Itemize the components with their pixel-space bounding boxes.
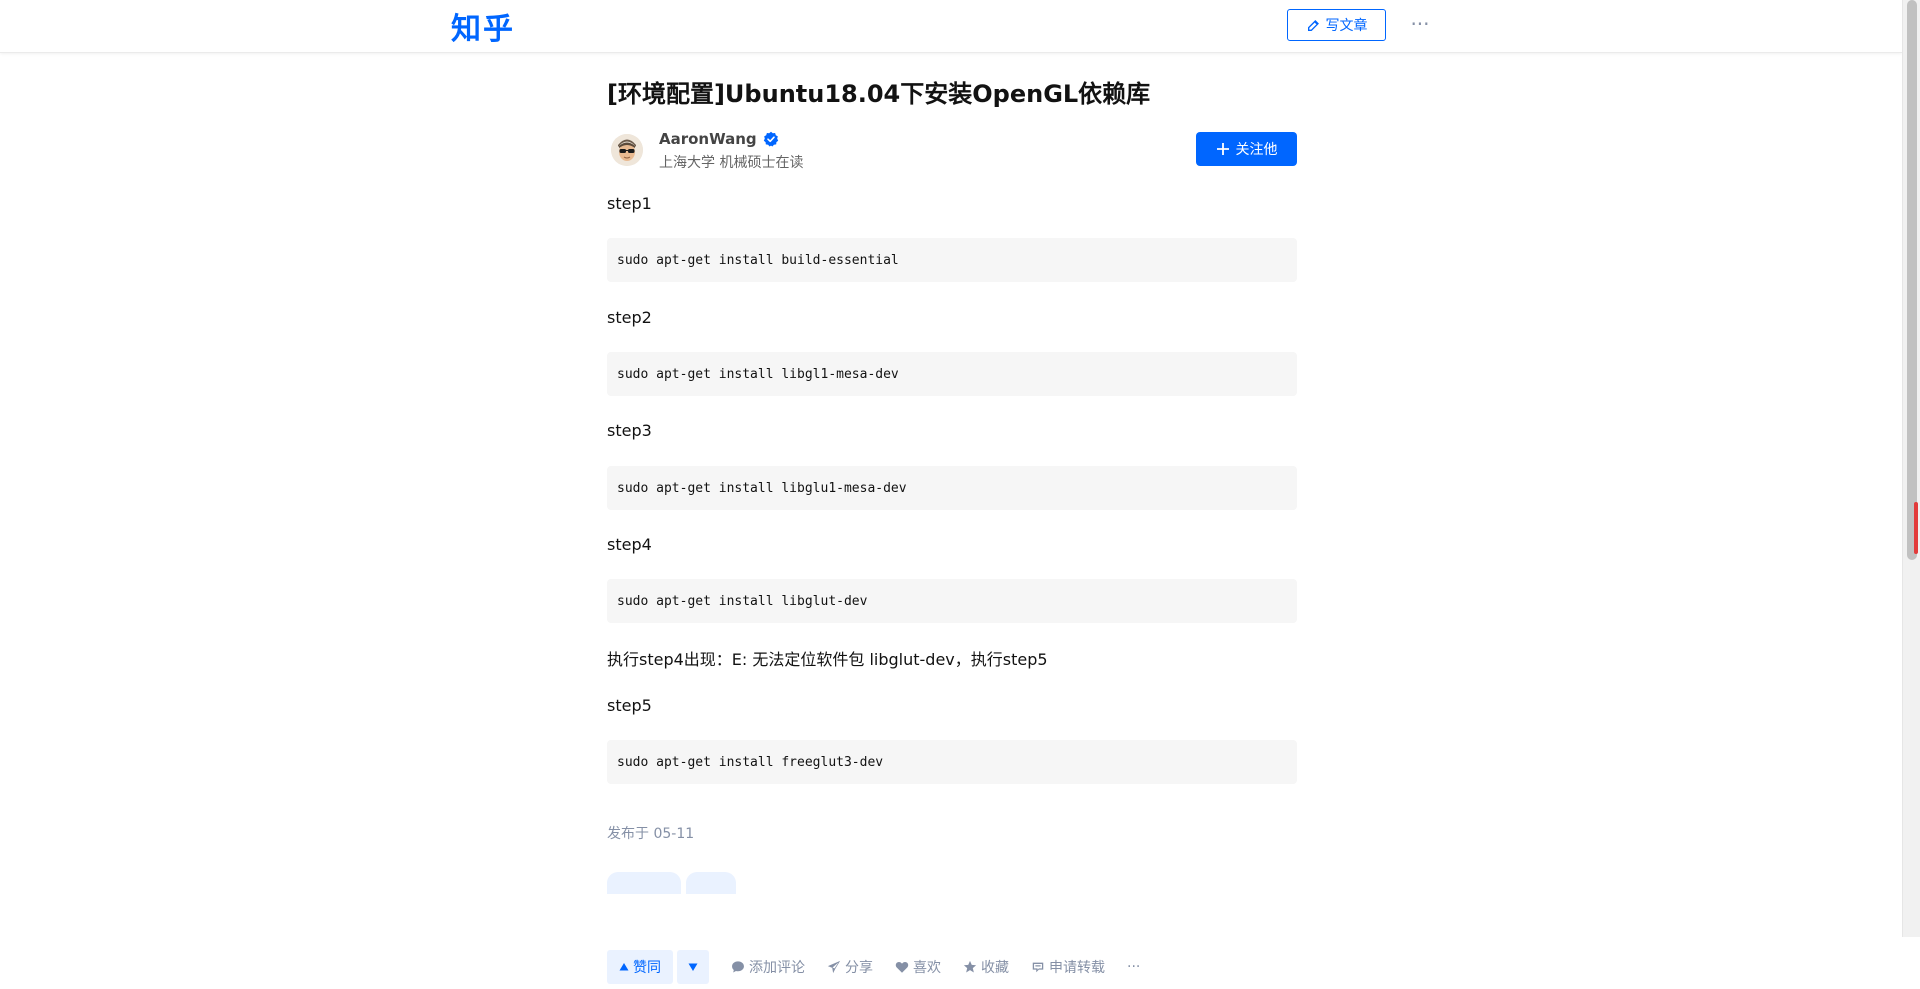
comment-icon <box>732 960 744 973</box>
follow-button[interactable]: 关注他 <box>1196 132 1297 166</box>
more-options-button[interactable]: ··· <box>1408 10 1432 38</box>
step-label: step5 <box>607 696 652 715</box>
note-text: 执行step4出现：E: 无法定位软件包 libglut-dev，执行step5 <box>607 650 1048 669</box>
triangle-down-icon <box>688 963 698 971</box>
page-scrollbar[interactable] <box>1902 0 1920 937</box>
topic-tag[interactable] <box>607 872 681 894</box>
triangle-up-icon <box>619 962 629 970</box>
follow-button-label: 关注他 <box>1235 141 1278 157</box>
upvote-button[interactable]: 赞同 <box>607 949 673 984</box>
share-label: 分享 <box>845 959 873 976</box>
step-label: step4 <box>607 535 652 554</box>
ellipsis-icon: ··· <box>1410 12 1430 36</box>
more-actions-button[interactable]: ··· <box>1127 959 1140 975</box>
code-block: sudo apt-get install libglut-dev <box>607 579 1297 623</box>
code-block: sudo apt-get install build-essential <box>607 238 1297 282</box>
downvote-button[interactable] <box>677 949 709 984</box>
favorite-button[interactable]: 收藏 <box>963 957 1009 977</box>
code-block: sudo apt-get install freeglut3-dev <box>607 740 1297 784</box>
code-block: sudo apt-get install libgl1-mesa-dev <box>607 352 1297 396</box>
comment-label: 添加评论 <box>749 959 805 976</box>
upvote-label: 赞同 <box>633 959 661 976</box>
star-icon <box>963 960 977 973</box>
like-label: 喜欢 <box>913 959 941 976</box>
repost-request-button[interactable]: 申请转载 <box>1031 957 1105 977</box>
write-article-button[interactable]: 写文章 <box>1287 9 1386 41</box>
repost-icon <box>1032 962 1044 972</box>
author-name[interactable]: AaronWang <box>659 130 779 148</box>
article-title: [环境配置]Ubuntu18.04下安装OpenGL依赖库 <box>607 80 1151 108</box>
like-button[interactable]: 喜欢 <box>895 957 941 977</box>
heart-icon <box>895 961 909 973</box>
plus-icon <box>1216 143 1229 155</box>
scrollbar-thumb[interactable] <box>1907 0 1917 560</box>
code-block: sudo apt-get install libglu1-mesa-dev <box>607 466 1297 510</box>
publish-date: 发布于 05-11 <box>607 826 695 842</box>
ellipsis-icon: ··· <box>1127 958 1141 975</box>
avatar-face-icon <box>611 134 643 166</box>
verified-badge-icon <box>763 131 778 147</box>
repost-request-label: 申请转载 <box>1049 959 1105 976</box>
scrollbar-marker <box>1914 502 1918 554</box>
author-bio: 上海大学 机械硕士在读 <box>659 155 804 171</box>
step-label: step2 <box>607 308 652 327</box>
edit-icon <box>1307 20 1319 31</box>
step-label: step1 <box>607 194 652 213</box>
comment-button[interactable]: 添加评论 <box>731 957 805 977</box>
write-article-label: 写文章 <box>1325 18 1368 34</box>
step-label: step3 <box>607 421 652 440</box>
author-name-text: AaronWang <box>659 130 757 148</box>
share-button[interactable]: 分享 <box>827 957 873 977</box>
author-info: AaronWang 上海大学 机械硕士在读 <box>607 130 1297 178</box>
favorite-label: 收藏 <box>981 959 1009 976</box>
zhihu-logo[interactable]: 知乎 <box>451 4 515 48</box>
paper-plane-icon <box>827 960 841 973</box>
top-navigation-bar: 知乎 写文章 ··· <box>0 0 1902 53</box>
article-action-bar: 赞同 添加评论 分享 喜欢 收藏 申请转载 ··· <box>607 944 1297 989</box>
avatar[interactable] <box>611 134 643 166</box>
topic-tag[interactable] <box>686 872 736 894</box>
